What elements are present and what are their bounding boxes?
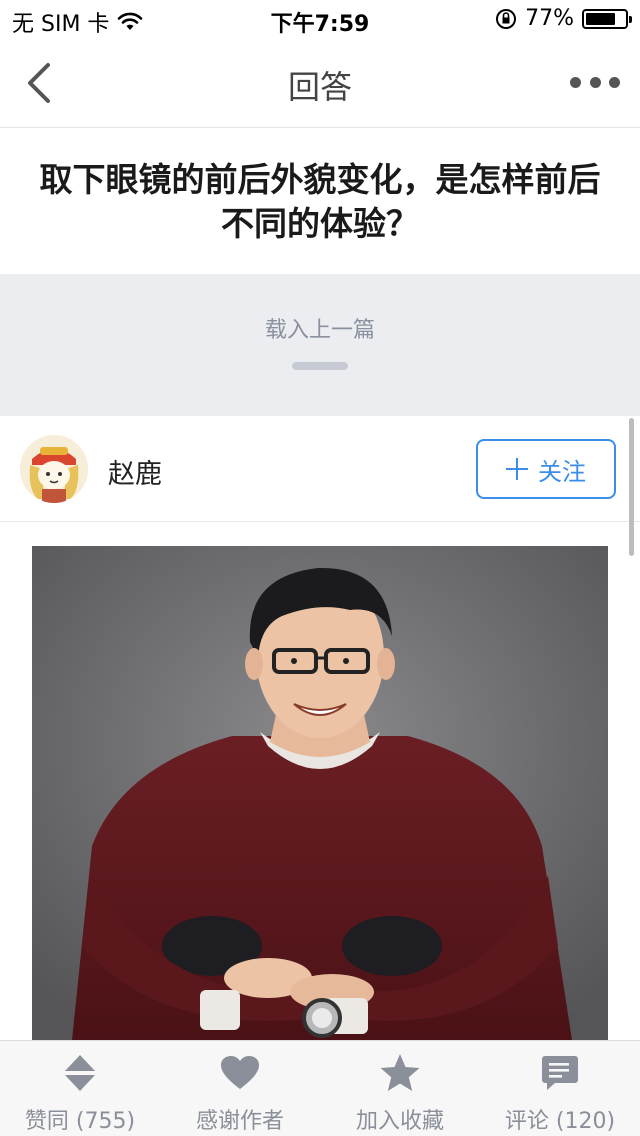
avatar[interactable] [20, 435, 88, 503]
load-previous-label: 载入上一篇 [264, 318, 375, 343]
star-icon [378, 1051, 422, 1095]
answer-photo[interactable] [32, 546, 608, 1040]
question-header[interactable]: 取下眼镜的前后外貌变化，是怎样前后不同的体验？ [0, 129, 640, 274]
thank-author-button[interactable]: 感谢作者 [160, 1041, 320, 1136]
answer-photo-image [32, 546, 608, 1040]
battery-fill [586, 12, 616, 25]
author-row: 赵鹿 关注 [0, 416, 640, 522]
comment-label: 评论 (120) [504, 1109, 616, 1134]
scrollbar[interactable] [629, 418, 634, 556]
follow-label: 关注 [538, 457, 586, 486]
more-dot-icon [589, 76, 601, 88]
more-dot-icon [570, 76, 581, 88]
battery-icon [582, 8, 632, 29]
bottom-toolbar: 赞同 (755) 感谢作者 加入收藏 评论 (120) [0, 1040, 640, 1136]
page-title: 回答 [287, 68, 352, 106]
more-dot-icon [609, 76, 620, 88]
more-button[interactable] [570, 70, 620, 94]
vote-icon [58, 1051, 102, 1095]
question-title: 取下眼镜的前后外貌变化，是怎样前后不同的体验？ [39, 159, 601, 243]
status-bar: 无 SIM 卡 下午7:59 77% [0, 0, 640, 40]
plus-icon [506, 458, 528, 480]
orientation-lock-icon [496, 8, 517, 29]
favorite-button[interactable]: 加入收藏 [320, 1041, 480, 1136]
pull-handle [292, 362, 348, 370]
vote-label: 赞同 (755) [24, 1109, 136, 1134]
nav-bar: 回答 [0, 40, 640, 128]
load-previous-area[interactable]: 载入上一篇 [0, 274, 640, 416]
heart-icon [218, 1051, 262, 1095]
avatar-illustration [20, 435, 88, 503]
comment-icon [538, 1051, 582, 1095]
author-name[interactable]: 赵鹿 [108, 452, 162, 491]
comment-button[interactable]: 评论 (120) [480, 1041, 640, 1136]
vote-button[interactable]: 赞同 (755) [0, 1041, 160, 1136]
status-right: 77% [495, 6, 632, 31]
battery-percent: 77% [525, 6, 574, 31]
follow-button[interactable]: 关注 [476, 439, 616, 499]
thank-author-label: 感谢作者 [195, 1109, 284, 1134]
favorite-label: 加入收藏 [355, 1109, 444, 1134]
